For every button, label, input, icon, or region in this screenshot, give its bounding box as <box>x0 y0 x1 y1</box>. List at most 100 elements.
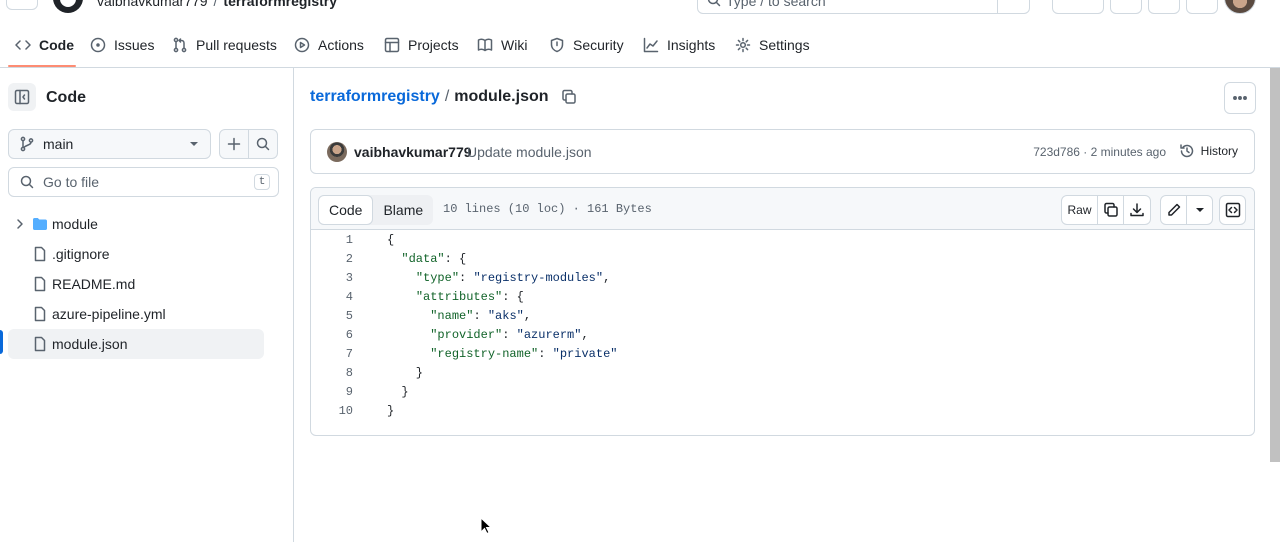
code-line: 9 } <box>311 383 1254 402</box>
page-scrollbar[interactable] <box>1270 68 1280 462</box>
json-punctuation <box>387 290 416 304</box>
commit-author[interactable]: vaibhavkumar779 <box>354 144 472 160</box>
history-label: History <box>1200 144 1238 158</box>
json-punctuation: , <box>581 328 589 342</box>
sidebar-collapse-icon <box>14 89 30 105</box>
user-avatar[interactable] <box>1224 0 1256 14</box>
copy-path-icon[interactable] <box>561 89 577 105</box>
line-number[interactable]: 1 <box>311 231 353 250</box>
pull-requests-button[interactable] <box>1148 0 1180 14</box>
json-punctuation: : <box>473 309 488 323</box>
more-options-button[interactable] <box>1224 82 1256 114</box>
tree-item-module-json[interactable]: module.json <box>8 329 264 359</box>
breadcrumb-repo-link[interactable]: terraformregistry <box>310 88 440 106</box>
global-search-input[interactable]: Type / to search <box>697 0 1030 14</box>
json-punctuation: } <box>387 366 424 380</box>
issues-button[interactable] <box>1110 0 1142 14</box>
tree-item-gitignore[interactable]: .gitignore <box>8 239 264 269</box>
copy-raw-button[interactable] <box>1097 195 1124 225</box>
tab-actions[interactable]: Actions <box>294 34 364 56</box>
json-punctuation: : { <box>444 252 467 266</box>
owner-repo-separator: / <box>213 0 218 9</box>
tab-pull-requests[interactable]: Pull requests <box>172 34 277 56</box>
line-number[interactable]: 8 <box>311 364 353 383</box>
tab-code-view[interactable]: Code <box>318 195 374 225</box>
tab-wiki-label: Wiki <box>501 37 528 53</box>
raw-button[interactable]: Raw <box>1061 195 1098 225</box>
symbols-panel-button[interactable] <box>1219 195 1246 225</box>
tree-item-label: azure-pipeline.yml <box>52 306 166 322</box>
commit-author-avatar[interactable] <box>327 142 347 162</box>
tab-blame-view[interactable]: Blame <box>373 195 433 225</box>
tab-insights[interactable]: Insights <box>643 34 715 56</box>
inbox-button[interactable] <box>1186 0 1218 14</box>
github-logo-icon[interactable] <box>52 0 84 14</box>
line-number[interactable]: 4 <box>311 288 353 307</box>
create-new-button[interactable] <box>1052 0 1104 14</box>
edit-file-button[interactable] <box>1160 195 1187 225</box>
json-punctuation <box>387 271 416 285</box>
commit-meta[interactable]: 723d786 · 2 minutes ago <box>1033 145 1166 159</box>
search-icon <box>256 137 270 151</box>
repo-link[interactable]: terraformregistry <box>223 0 337 9</box>
global-header: vaibhavkumar779 / terraformregistry Type /… <box>0 0 1280 22</box>
gear-icon <box>735 37 751 53</box>
copy-icon <box>1103 202 1118 217</box>
file-viewer: Code Blame 10 lines (10 loc) · 161 Bytes… <box>310 187 1255 436</box>
add-file-button[interactable] <box>219 129 249 159</box>
tab-settings[interactable]: Settings <box>735 34 810 56</box>
commit-message[interactable]: Update module.json <box>467 144 592 160</box>
tab-wiki[interactable]: Wiki <box>477 34 527 56</box>
code-line: 7 "registry-name": "private" <box>311 345 1254 364</box>
git-pull-request-icon <box>173 37 187 53</box>
line-number[interactable]: 10 <box>311 402 353 421</box>
search-icon <box>20 175 34 189</box>
command-palette-button[interactable] <box>997 0 1029 13</box>
menu-button[interactable] <box>6 0 38 10</box>
tab-code-label: Code <box>39 37 74 53</box>
json-key: "registry-name" <box>430 347 539 361</box>
book-icon <box>477 38 493 52</box>
line-content: { <box>387 231 394 250</box>
owner-repo-breadcrumb: vaibhavkumar779 / terraformregistry <box>97 0 337 9</box>
download-icon <box>1130 203 1144 217</box>
code-line: 5 "name": "aks", <box>311 307 1254 326</box>
code-line: 1{ <box>311 231 1254 250</box>
line-number[interactable]: 3 <box>311 269 353 288</box>
go-to-file-field[interactable]: t <box>8 167 279 197</box>
line-number[interactable]: 6 <box>311 326 353 345</box>
branch-selector[interactable]: main <box>8 129 211 159</box>
line-number[interactable]: 9 <box>311 383 353 402</box>
table-icon <box>384 37 400 53</box>
json-punctuation <box>387 328 430 342</box>
json-key: "name" <box>430 309 474 323</box>
go-to-file-input[interactable] <box>43 174 243 190</box>
download-button[interactable] <box>1123 195 1151 225</box>
code-icon <box>15 40 31 50</box>
json-string: "aks" <box>487 309 524 323</box>
tab-code[interactable]: Code <box>15 34 74 56</box>
chevron-right-icon[interactable] <box>12 216 28 232</box>
file-icon <box>34 336 46 352</box>
tab-security[interactable]: Security <box>549 34 624 56</box>
plus-icon <box>227 137 241 151</box>
tab-projects[interactable]: Projects <box>384 34 459 56</box>
collapse-sidebar-button[interactable] <box>8 83 36 111</box>
search-files-button[interactable] <box>248 129 278 159</box>
tree-item-readme[interactable]: README.md <box>8 269 264 299</box>
tab-issues[interactable]: Issues <box>90 34 154 56</box>
play-icon <box>294 37 310 53</box>
history-button[interactable]: History <box>1179 143 1238 159</box>
owner-link[interactable]: vaibhavkumar779 <box>97 0 208 9</box>
tree-item-azure-pipeline[interactable]: azure-pipeline.yml <box>8 299 264 329</box>
line-number[interactable]: 7 <box>311 345 353 364</box>
go-to-file-shortcut: t <box>254 174 270 190</box>
code-line: 3 "type": "registry-modules", <box>311 269 1254 288</box>
tree-item-module[interactable]: module <box>8 209 264 239</box>
json-punctuation: { <box>387 233 395 247</box>
breadcrumb-separator: / <box>444 88 450 105</box>
hamburger-icon <box>14 0 30 8</box>
line-number[interactable]: 2 <box>311 250 353 269</box>
line-number[interactable]: 5 <box>311 307 353 326</box>
edit-options-dropdown[interactable] <box>1186 195 1213 225</box>
